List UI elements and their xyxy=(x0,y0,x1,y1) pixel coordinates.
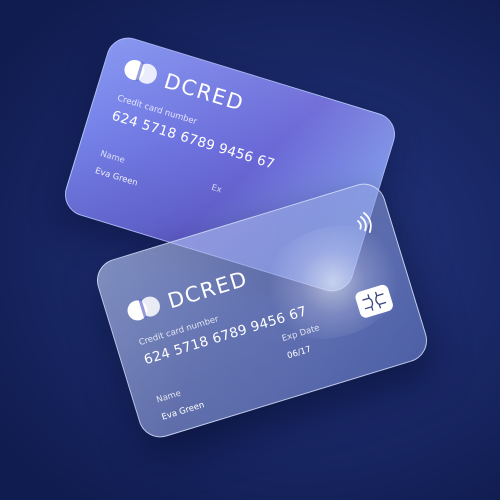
brand-logo: DCRED xyxy=(121,56,248,116)
card-number-label: Credit card number xyxy=(116,93,199,128)
exp-date-label: Ex xyxy=(209,182,223,196)
cardholder-name-label: Name xyxy=(155,388,183,406)
dcred-logo-icon xyxy=(121,57,160,88)
exp-date: 06/17 xyxy=(286,344,313,362)
cardholder-name: Eva Green xyxy=(93,166,139,189)
dcred-logo-icon xyxy=(125,294,164,325)
cardholder-name: Eva Green xyxy=(160,400,206,423)
brand-name: DCRED xyxy=(164,266,251,314)
brand-name: DCRED xyxy=(161,68,248,116)
light-glare xyxy=(244,207,421,357)
card-showcase: DCRED Credit card number 624 5718 6789 9… xyxy=(0,0,500,500)
cardholder-name-label: Name xyxy=(99,148,126,166)
card-number: 624 5718 6789 9456 67 xyxy=(109,107,277,173)
brand-logo: DCRED xyxy=(125,266,251,325)
